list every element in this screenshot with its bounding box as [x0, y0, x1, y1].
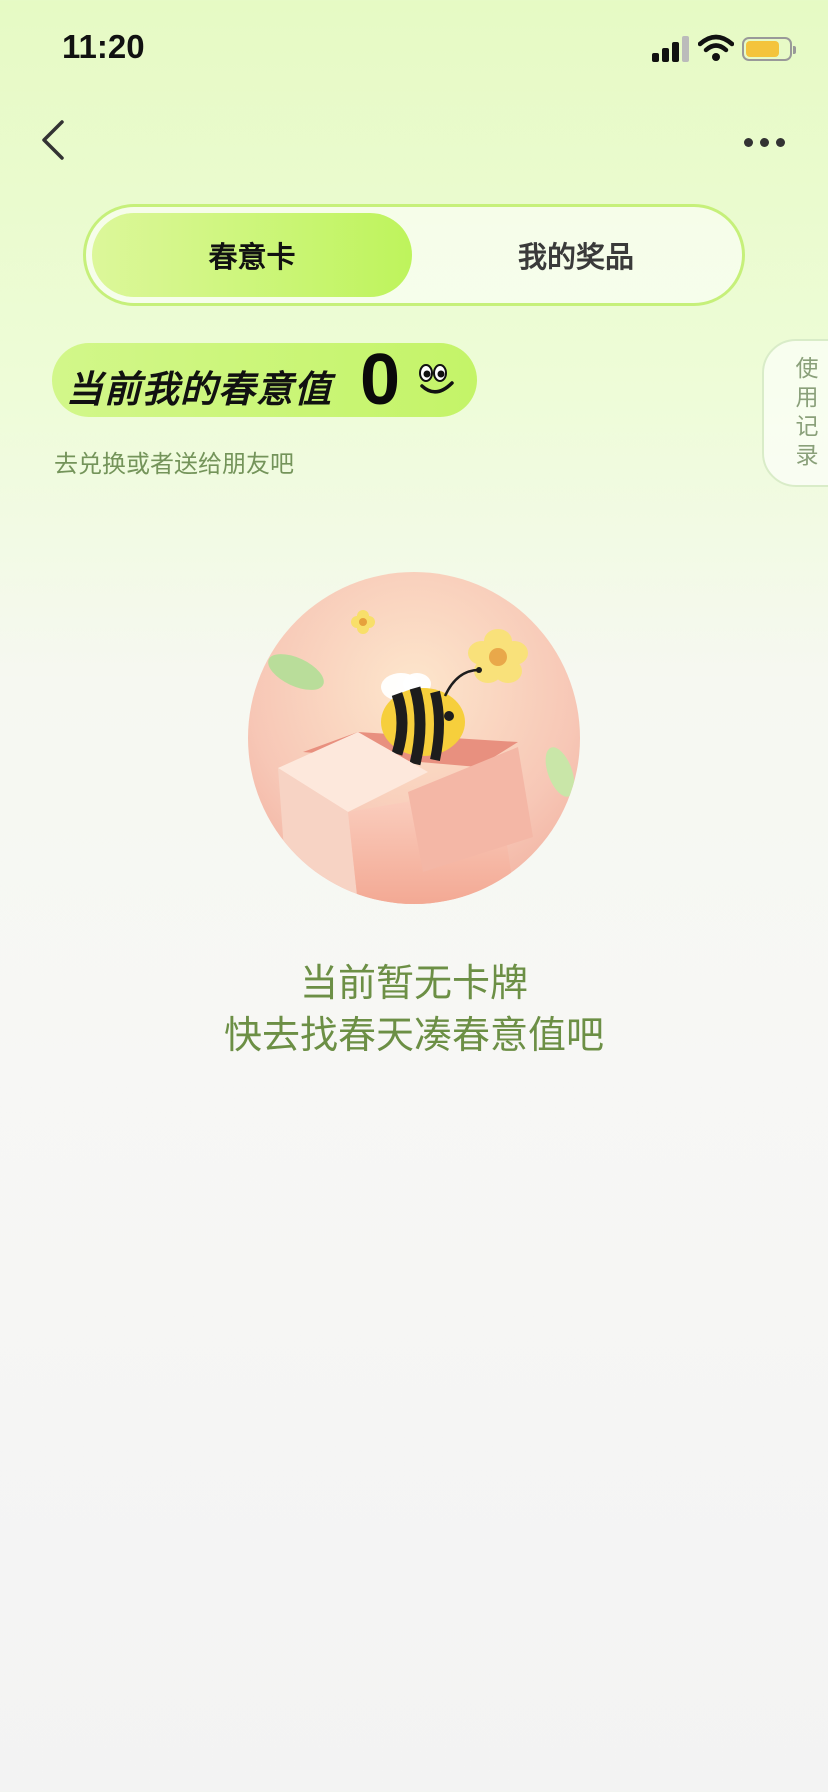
wifi-icon — [698, 34, 734, 61]
usage-record-char: 记 — [795, 414, 819, 440]
empty-state-hint: 快去找春天凑春意值吧 — [223, 1013, 604, 1057]
back-button[interactable] — [34, 114, 78, 166]
spring-value-number: 0 — [360, 340, 401, 420]
spring-value-banner: 当前我的春意值 0 — [52, 340, 477, 420]
usage-record-button[interactable]: 使 用 记 录 — [762, 339, 828, 487]
usage-record-char: 使 — [795, 356, 819, 382]
tab-my-prizes[interactable]: 我的奖品 — [416, 213, 736, 297]
cellular-signal-icon — [652, 36, 692, 62]
more-horizontal-icon — [744, 138, 753, 147]
usage-record-char: 用 — [795, 385, 819, 411]
chevron-left-icon — [42, 120, 64, 160]
value-subtitle: 去兑换或者送给朋友吧 — [54, 450, 294, 478]
tab-spring-card[interactable]: 春意卡 — [92, 213, 412, 297]
status-bar: 11:20 — [0, 0, 828, 100]
tab-bar: 春意卡 我的奖品 — [83, 204, 745, 306]
status-time: 11:20 — [62, 28, 145, 65]
bee-on-gift-box-illustration — [248, 572, 580, 904]
smile-face-icon — [419, 364, 454, 394]
battery-level — [746, 41, 779, 57]
more-button[interactable] — [738, 122, 790, 162]
empty-state-title: 当前暂无卡牌 — [299, 961, 528, 1005]
spring-value-label: 当前我的春意值 — [66, 368, 332, 411]
usage-record-char: 录 — [795, 443, 819, 469]
battery-icon — [742, 37, 796, 61]
